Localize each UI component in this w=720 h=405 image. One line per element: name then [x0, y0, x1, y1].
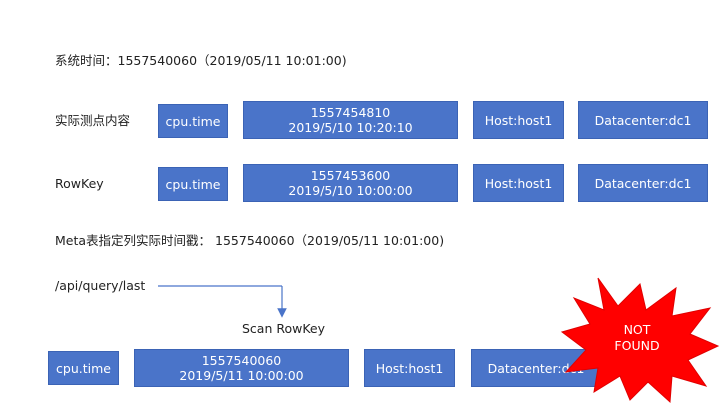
metric-text: cpu.time	[165, 113, 221, 129]
meta-timestamp-label: Meta表指定列实际时间戳： 1557540060（2019/05/11 10:…	[55, 233, 445, 248]
row-label-rowkey: RowKey	[55, 176, 104, 191]
not-found-text: NOT FOUND	[607, 322, 667, 354]
timestamp-box: 1557454810 2019/5/10 10:20:10	[243, 101, 458, 139]
timestamp-box: 1557540060 2019/5/11 10:00:00	[134, 349, 349, 387]
api-path-label: /api/query/last	[55, 278, 146, 293]
host-tag-box: Host:host1	[364, 349, 455, 387]
host-tag-text: Host:host1	[484, 112, 553, 128]
timestamp-date: 2019/5/11 10:00:00	[179, 368, 304, 383]
row-label-actual: 实际测点内容	[55, 113, 131, 128]
timestamp-date: 2019/5/10 10:20:10	[288, 120, 413, 135]
datacenter-tag-box: Datacenter:dc1	[578, 164, 708, 202]
host-tag-box: Host:host1	[473, 101, 564, 139]
metric-box: cpu.time	[48, 351, 119, 385]
scan-rowkey-label: Scan RowKey	[242, 321, 326, 336]
host-tag-text: Host:host1	[484, 175, 553, 191]
not-found-line1: NOT	[623, 322, 651, 337]
scan-arrow	[158, 285, 287, 318]
timestamp-date: 2019/5/10 10:00:00	[288, 183, 413, 198]
timestamp-epoch: 1557453600	[310, 168, 391, 183]
datacenter-tag-box: Datacenter:dc1	[578, 101, 708, 139]
timestamp-box: 1557453600 2019/5/10 10:00:00	[243, 164, 458, 202]
datacenter-tag-text: Datacenter:dc1	[594, 112, 692, 128]
metric-box: cpu.time	[158, 167, 228, 201]
datacenter-tag-text: Datacenter:dc1	[594, 175, 692, 191]
system-time-label: 系统时间：1557540060（2019/05/11 10:01:00)	[55, 53, 347, 68]
metric-text: cpu.time	[165, 176, 221, 192]
metric-text: cpu.time	[56, 360, 111, 376]
timestamp-epoch: 1557454810	[310, 105, 391, 120]
host-tag-box: Host:host1	[473, 164, 564, 202]
host-tag-text: Host:host1	[375, 360, 444, 376]
metric-box: cpu.time	[158, 104, 228, 138]
not-found-line2: FOUND	[614, 338, 660, 353]
timestamp-epoch: 1557540060	[201, 353, 282, 368]
